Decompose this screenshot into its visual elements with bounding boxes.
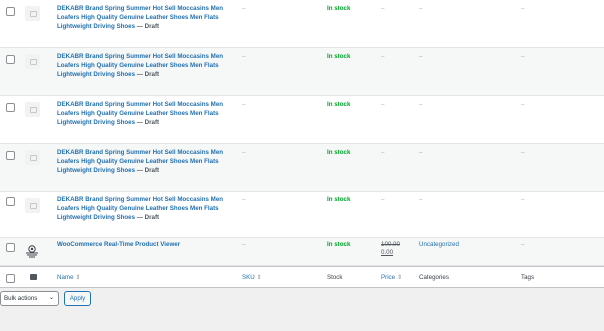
price-value: – [381, 149, 385, 156]
post-state: — Draft [135, 118, 160, 126]
tags-value: – [521, 241, 525, 248]
tags-value: – [521, 101, 525, 108]
post-state: — Draft [135, 70, 160, 78]
sale-price: 0.00 [381, 249, 394, 256]
bulk-actions-value: Bulk actions [4, 295, 38, 302]
row-checkbox[interactable] [6, 151, 15, 160]
stock-status: In stock [327, 53, 351, 60]
column-header-name[interactable]: Name ⇕ [57, 274, 81, 281]
tags-value: – [521, 53, 525, 60]
tags-value: – [521, 5, 525, 12]
products-table: DEKABR Brand Spring Summer Hot Sell Mocc… [0, 0, 604, 288]
categories-value: – [419, 149, 423, 156]
table-row: DEKABR Brand Spring Summer Hot Sell Mocc… [0, 48, 604, 96]
post-state: — Draft [135, 213, 160, 221]
category-link[interactable]: Uncategorized [419, 241, 459, 248]
chevron-down-icon: ⌄ [48, 295, 54, 301]
tags-value: – [521, 149, 525, 156]
placeholder-image-icon[interactable] [25, 198, 40, 213]
column-header-price[interactable]: Price ⇕ [381, 274, 402, 281]
table-row: DEKABR Brand Spring Summer Hot Sell Mocc… [0, 96, 604, 144]
placeholder-image-icon[interactable] [25, 102, 40, 117]
row-checkbox[interactable] [6, 103, 15, 112]
product-name-link[interactable]: WooCommerce Real-Time Product Viewer [57, 241, 242, 250]
price-value: – [381, 101, 385, 108]
apply-button[interactable]: Apply [64, 291, 91, 306]
row-checkbox[interactable] [6, 7, 15, 16]
column-header-sku[interactable]: SKU ⇕ [242, 274, 262, 281]
product-name-link[interactable]: DEKABR Brand Spring Summer Hot Sell Mocc… [57, 196, 242, 222]
table-row: DEKABR Brand Spring Summer Hot Sell Mocc… [0, 0, 604, 48]
sku-value: – [242, 53, 246, 60]
categories-value: – [419, 196, 423, 203]
price-value: – [381, 53, 385, 60]
column-header-categories: Categories [419, 274, 449, 281]
row-checkbox[interactable] [6, 243, 15, 252]
product-name-link[interactable]: DEKABR Brand Spring Summer Hot Sell Mocc… [57, 5, 242, 31]
table-row: WooCommerce Real-Time Product Viewer – I… [0, 238, 604, 266]
bulk-actions-select[interactable]: Bulk actions ⌄ [0, 291, 59, 306]
stock-status: In stock [327, 241, 351, 248]
sort-icon: ⇕ [397, 275, 403, 281]
row-checkbox[interactable] [6, 197, 15, 206]
column-name-label: Name [57, 274, 74, 281]
column-header-tags: Tags [521, 274, 535, 281]
sku-value: – [242, 241, 246, 248]
post-state: — Draft [135, 22, 160, 30]
product-name-link[interactable]: DEKABR Brand Spring Summer Hot Sell Mocc… [57, 53, 242, 79]
placeholder-image-icon[interactable] [25, 6, 40, 21]
categories-value: – [419, 5, 423, 12]
product-name-link[interactable]: DEKABR Brand Spring Summer Hot Sell Mocc… [57, 101, 242, 127]
price-value: 100.00 0.00 [381, 241, 400, 257]
sku-value: – [242, 196, 246, 203]
column-header-stock: Stock [327, 274, 343, 281]
categories-value: – [419, 53, 423, 60]
stock-status: In stock [327, 101, 351, 108]
tags-value: – [521, 196, 525, 203]
sku-value: – [242, 149, 246, 156]
table-row: DEKABR Brand Spring Summer Hot Sell Mocc… [0, 144, 604, 192]
price-value: – [381, 196, 385, 203]
sku-value: – [242, 5, 246, 12]
categories-value: – [419, 101, 423, 108]
column-price-label: Price [381, 274, 396, 281]
sku-value: – [242, 101, 246, 108]
product-name-link[interactable]: DEKABR Brand Spring Summer Hot Sell Mocc… [57, 149, 242, 175]
stock-status: In stock [327, 5, 351, 12]
table-row: DEKABR Brand Spring Summer Hot Sell Mocc… [0, 192, 604, 238]
image-column-icon [30, 274, 37, 280]
sort-icon: ⇕ [256, 275, 262, 281]
stock-status: In stock [327, 196, 351, 203]
sort-icon: ⇕ [75, 275, 81, 281]
row-checkbox[interactable] [6, 55, 15, 64]
regular-price: 100.00 [381, 241, 400, 248]
table-footer-header: Name ⇕ SKU ⇕ Stock Price ⇕ Categories Tags [0, 266, 604, 288]
stock-status: In stock [327, 149, 351, 156]
placeholder-image-icon[interactable] [25, 150, 40, 165]
price-value: – [381, 5, 385, 12]
select-all-checkbox[interactable] [6, 274, 15, 283]
product-viewer-icon[interactable] [24, 243, 40, 259]
post-state: — Draft [135, 166, 160, 174]
placeholder-image-icon[interactable] [25, 54, 40, 69]
column-sku-label: SKU [242, 274, 255, 281]
